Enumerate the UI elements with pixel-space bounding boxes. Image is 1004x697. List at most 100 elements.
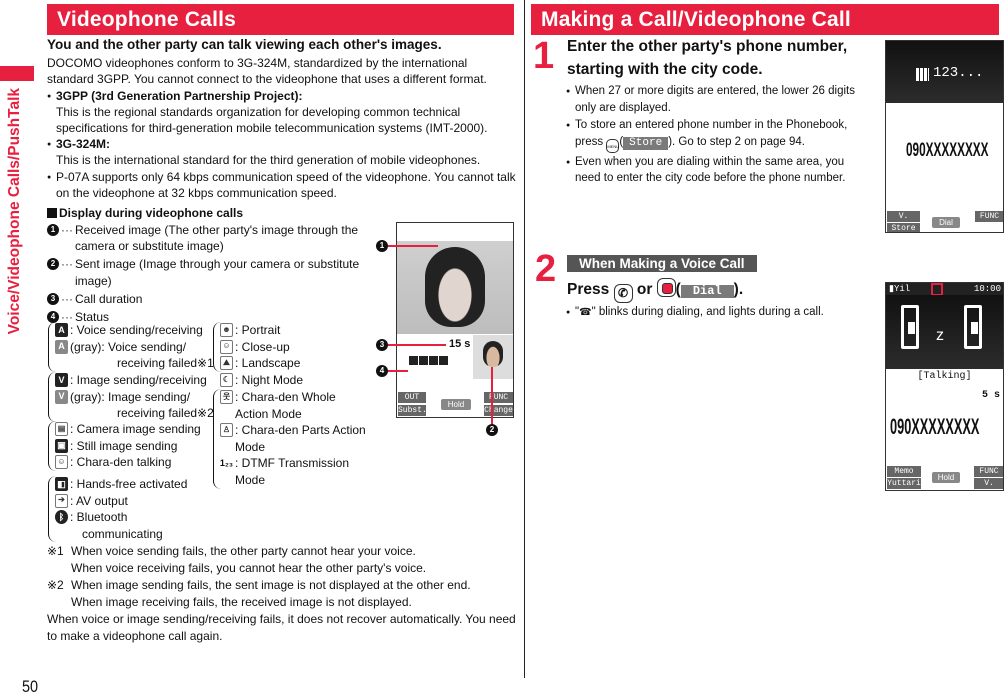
softkey-hold[interactable]: Hold — [441, 399, 471, 410]
softkey-memo[interactable]: Memo — [887, 466, 921, 477]
footnote-line: When image receiving fails, the received… — [71, 595, 412, 609]
call-duration: 5 s — [981, 390, 1000, 401]
store-softkey: Store — [623, 136, 669, 150]
callout-4: 4 — [376, 365, 388, 377]
softkey-out[interactable]: OUT — [398, 392, 426, 403]
voice-failed-icon: A — [55, 339, 68, 354]
display-heading: Display during videophone calls — [47, 205, 517, 221]
signal-icon: ▮Yil — [889, 284, 911, 294]
bullet-speed: P-07A supports only 64 kbps communicatio… — [47, 169, 517, 201]
softkey-func[interactable]: FUNC — [484, 392, 513, 403]
bullet-text: P-07A supports only 64 kbps communicatio… — [56, 169, 516, 200]
softkey-subst[interactable]: Subst. — [398, 405, 427, 416]
column-divider — [524, 0, 525, 678]
callout-1: 1 — [376, 240, 388, 252]
intro-text: DOCOMO videophones conform to 3G-324M, s… — [47, 56, 487, 87]
footnote-mark: ※1 — [47, 544, 64, 558]
dial-softkey: Dial — [680, 285, 734, 298]
handset-icon — [901, 305, 919, 349]
landscape-icon: ⛰ — [220, 356, 233, 370]
callout-line-3 — [388, 344, 446, 346]
softkey-vphone[interactable]: V. phone — [974, 478, 1003, 489]
status-label: communicating — [82, 526, 163, 541]
status-row: ⛰: Landscape — [220, 355, 378, 372]
status-label: : Bluetooth — [70, 510, 128, 524]
closing-text: When voice or image sending/receiving fa… — [47, 612, 516, 643]
status-row-cont: receiving failed※2 — [55, 405, 218, 422]
softkey-hold[interactable]: Hold — [932, 472, 960, 483]
dialed-number: 090XXXXXXXX — [890, 414, 980, 439]
z-icon: z — [936, 327, 944, 344]
softkey-change[interactable]: Change — [484, 405, 513, 416]
status-label: : Chara-den talking — [70, 455, 172, 469]
status-label: : Voice sending/receiving — [70, 323, 203, 337]
status-icon — [429, 356, 438, 365]
status-icon — [409, 356, 418, 365]
status-label: : Chara-den Parts Action — [235, 423, 366, 437]
status-group-chara-mode: 웃: Chara-den Whole Action Mode ♙: Chara-… — [213, 389, 378, 489]
legend-item: 1 ··· Received image (The other party's im… — [47, 222, 362, 254]
voice-icon: A — [55, 323, 68, 337]
legend-text: Sent image (Image through your camera or… — [75, 257, 360, 288]
face-image — [483, 341, 503, 367]
legend-item: 3 ··· Call duration — [47, 291, 362, 307]
legend-item: 2 ··· Sent image (Image through your camer… — [47, 256, 362, 288]
bullet-title: 3G-324M: — [56, 137, 111, 152]
center-key-icon — [656, 278, 676, 297]
dtmf-icon: 1₂₃ — [220, 456, 233, 470]
footnote-2: ※2 When image sending fails, the sent ima… — [47, 577, 517, 611]
footnote-line: When voice sending fails, the other part… — [71, 544, 416, 558]
callout-3: 3 — [376, 339, 388, 351]
page-number: 50 — [22, 677, 39, 696]
step-2-number: 2 — [535, 248, 557, 290]
legend-text: Received image (The other party's image … — [75, 223, 359, 254]
softkey-yuttari[interactable]: Yuttari — [887, 478, 921, 489]
footnote-mark: ※2 — [47, 578, 64, 592]
status-label: Mode — [235, 439, 266, 454]
videophone-intro: You and the other party can talk viewing… — [47, 36, 517, 221]
press-text: Press — [567, 281, 610, 298]
softkey-func[interactable]: FUNC — [975, 211, 1003, 222]
callout-line-4 — [388, 370, 408, 372]
status-label: : Portrait — [235, 323, 281, 337]
bluetooth-icon: ᛒ — [55, 510, 68, 524]
step-1-bullets: When 27 or more digits are entered, the … — [566, 83, 871, 188]
status-row: 1₂₃: DTMF Transmission — [220, 455, 378, 472]
received-image — [397, 241, 513, 334]
voice-call-banner: When Making a Voice Call — [567, 255, 757, 272]
sent-image — [473, 335, 513, 379]
section-title-videophone: Videophone Calls — [47, 4, 514, 35]
bullet: When 27 or more digits are entered, the … — [566, 83, 871, 116]
dial-screen: 123... 090XXXXXXXX V. phone Store Dial F… — [885, 40, 1004, 233]
softkey-store[interactable]: Store — [887, 223, 920, 232]
status-label: : Close-up — [235, 339, 290, 354]
talking-graphic: z — [886, 295, 1003, 369]
dial-header-text: 123... — [933, 65, 984, 81]
status-label: : Still image sending — [70, 438, 178, 453]
status-group-voice: A: Voice sending/receiving A (gray): Voic… — [48, 322, 218, 372]
softkey-func[interactable]: FUNC — [974, 466, 1003, 477]
status-row-cont: Mode — [220, 439, 378, 456]
bullet: "☎" blinks during dialing, and lights du… — [566, 304, 876, 322]
status-label: (gray): Image sending/ — [70, 389, 191, 404]
status-label: Mode — [235, 472, 266, 487]
calling-icon: ☎ — [579, 307, 592, 318]
status-row: A (gray): Voice sending/ — [55, 339, 218, 356]
step-1-title: Enter the other party's phone number, st… — [567, 38, 848, 78]
step-2-bullet: "☎" blinks during dialing, and lights du… — [566, 304, 876, 323]
chara-den-icon: ☺ — [55, 455, 68, 469]
av-output-icon: ➔ — [55, 493, 68, 508]
softkey-dial[interactable]: Dial — [932, 217, 960, 228]
bullet: Even when you are dialing within the sam… — [566, 154, 871, 187]
callout-line-2 — [491, 367, 493, 424]
softkey-vphone[interactable]: V. phone — [887, 211, 920, 232]
leader-dots: ··· — [61, 223, 73, 237]
status-group-source: ▤: Camera image sending ▣: Still image s… — [48, 421, 218, 471]
night-mode-icon: ☾ — [220, 373, 233, 387]
bullet-text: " blinks during dialing, and lights duri… — [591, 306, 824, 318]
status-row-cont: Mode — [220, 472, 378, 489]
status-group-image: V: Image sending/receiving V (gray): Imag… — [48, 372, 218, 422]
status-row: ᛒ: Bluetooth — [55, 509, 218, 526]
bullet: To store an entered phone number in the … — [566, 117, 871, 153]
face-image — [425, 247, 485, 327]
